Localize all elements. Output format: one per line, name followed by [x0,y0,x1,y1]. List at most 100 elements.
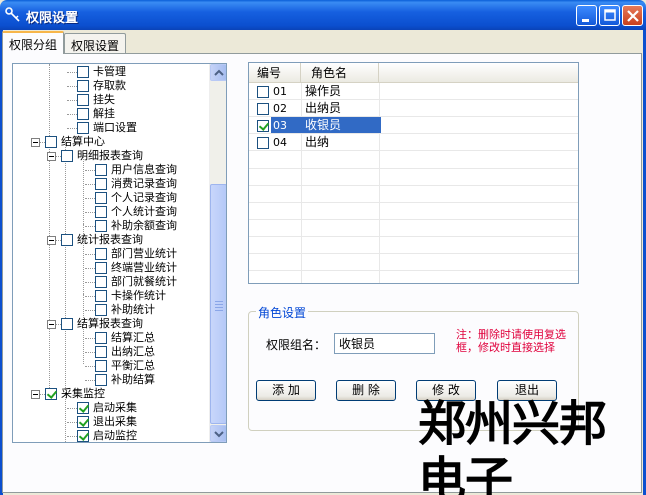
tree-item-checkbox[interactable] [95,192,107,204]
tree-item[interactable]: 补助余额查询 [13,219,209,233]
tree-item[interactable]: 出纳汇总 [13,345,209,359]
title-bar[interactable]: 权限设置 [0,0,646,30]
tree-scrollbar[interactable] [209,64,226,442]
tab-permission-group[interactable]: 权限分组 [2,31,65,54]
tree-item-label: 消费记录查询 [111,177,177,190]
role-name: 出纳 [305,135,330,149]
tree-item-checkbox[interactable] [95,220,107,232]
table-row[interactable]: 01 操作员 [249,83,578,100]
scroll-down-button[interactable] [210,425,226,442]
tree-item-checkbox[interactable] [95,360,107,372]
role-name: 出纳员 [305,101,342,115]
tree-item-checkbox[interactable] [95,248,107,260]
role-name: 操作员 [305,84,342,98]
tree-item[interactable]: 卡管理 [13,65,209,79]
tree-item[interactable]: 存取款 [13,79,209,93]
tree-item-checkbox[interactable] [61,150,73,162]
role-list[interactable]: 编号 角色名 01 操作员 02 出纳员 03 收银员 04 出纳 [248,62,579,284]
collapse-icon[interactable] [31,390,40,399]
tree-item-checkbox[interactable] [95,290,107,302]
tree-item-checkbox[interactable] [95,276,107,288]
collapse-icon[interactable] [47,320,56,329]
maximize-button[interactable] [599,5,620,26]
tree-item-checkbox[interactable] [77,416,89,428]
tree-item-checkbox[interactable] [77,122,89,134]
tree-item-checkbox[interactable] [61,318,73,330]
column-header-role-name[interactable]: 角色名 [301,63,379,83]
scroll-up-button[interactable] [210,64,226,81]
table-row[interactable]: 03 收银员 [249,117,578,134]
tree-item[interactable]: 挂失 [13,93,209,107]
tree-connector [85,198,95,199]
tree-item-label: 补助结算 [111,373,155,386]
tree-item[interactable]: 采集监控 [13,387,209,401]
tab-permission-settings[interactable]: 权限设置 [64,33,127,53]
tree-item-checkbox[interactable] [77,430,89,442]
tree-item-checkbox[interactable] [95,332,107,344]
tree-item[interactable]: 个人统计查询 [13,205,209,219]
tree-item-checkbox[interactable] [77,108,89,120]
tree-item-checkbox[interactable] [77,80,89,92]
tree-item-checkbox[interactable] [95,178,107,190]
close-button[interactable] [622,5,643,26]
tree-item-checkbox[interactable] [95,262,107,274]
tree-connector [85,352,95,353]
tree-item[interactable]: 平衡汇总 [13,359,209,373]
add-button[interactable]: 添 加 [256,380,316,401]
tree-item[interactable]: 卡操作统计 [13,289,209,303]
tree-item-label: 部门营业统计 [111,247,177,260]
tree-item[interactable]: 补助统计 [13,303,209,317]
tree-item[interactable]: 终端营业统计 [13,261,209,275]
row-checkbox[interactable] [257,86,269,98]
table-row[interactable]: 04 出纳 [249,134,578,151]
column-header-id[interactable]: 编号 [249,63,301,83]
tree-item-label: 卡管理 [93,65,126,78]
tree-item-checkbox[interactable] [77,402,89,414]
tree-item[interactable]: 部门营业统计 [13,247,209,261]
row-checkbox[interactable] [257,120,269,132]
role-id: 04 [273,136,287,149]
tree-item-checkbox[interactable] [77,66,89,78]
collapse-icon[interactable] [47,152,56,161]
tree-item[interactable]: 结算汇总 [13,331,209,345]
collapse-icon[interactable] [47,236,56,245]
tree-item-checkbox[interactable] [95,346,107,358]
row-checkbox[interactable] [257,103,269,115]
tree-item[interactable]: 启动监控 [13,429,209,442]
tree-item-checkbox[interactable] [95,164,107,176]
tree-item[interactable]: 端口设置 [13,121,209,135]
tree-item[interactable]: 明细报表查询 [13,149,209,163]
tree-item-label: 终端营业统计 [111,261,177,274]
tree-item-checkbox[interactable] [45,136,57,148]
tree-item[interactable]: 结算报表查询 [13,317,209,331]
tree-item-label: 补助统计 [111,303,155,316]
tree-item[interactable]: 补助结算 [13,373,209,387]
tree-item[interactable]: 个人记录查询 [13,191,209,205]
tree-item-checkbox[interactable] [61,234,73,246]
row-checkbox[interactable] [257,137,269,149]
tree-item[interactable]: 解挂 [13,107,209,121]
scroll-thumb[interactable] [210,184,226,424]
tree-item[interactable]: 退出采集 [13,415,209,429]
delete-button[interactable]: 删 除 [336,380,396,401]
collapse-icon[interactable] [31,138,40,147]
permission-tree[interactable]: 启动监控 退出采集 启动采集 采集监控 补助结算 平衡汇总 出纳汇总 结算汇总 结算报表查询 补助… [12,63,227,443]
tree-item[interactable]: 消费记录查询 [13,177,209,191]
key-icon [5,7,20,22]
tree-item-label: 个人统计查询 [111,205,177,218]
tree-item-checkbox[interactable] [95,304,107,316]
tree-item-checkbox[interactable] [45,388,57,400]
minimize-button[interactable] [576,5,597,26]
tree-connector [85,338,95,339]
tree-item-checkbox[interactable] [95,374,107,386]
tree-item-checkbox[interactable] [95,206,107,218]
group-name-input[interactable] [334,333,435,354]
tree-item-checkbox[interactable] [77,94,89,106]
table-row[interactable]: 02 出纳员 [249,100,578,117]
tree-item[interactable]: 启动采集 [13,401,209,415]
tree-item[interactable]: 统计报表查询 [13,233,209,247]
tree-item[interactable]: 部门就餐统计 [13,275,209,289]
tree-item[interactable]: 结算中心 [13,135,209,149]
tree-connector [85,226,95,227]
tree-item[interactable]: 用户信息查询 [13,163,209,177]
